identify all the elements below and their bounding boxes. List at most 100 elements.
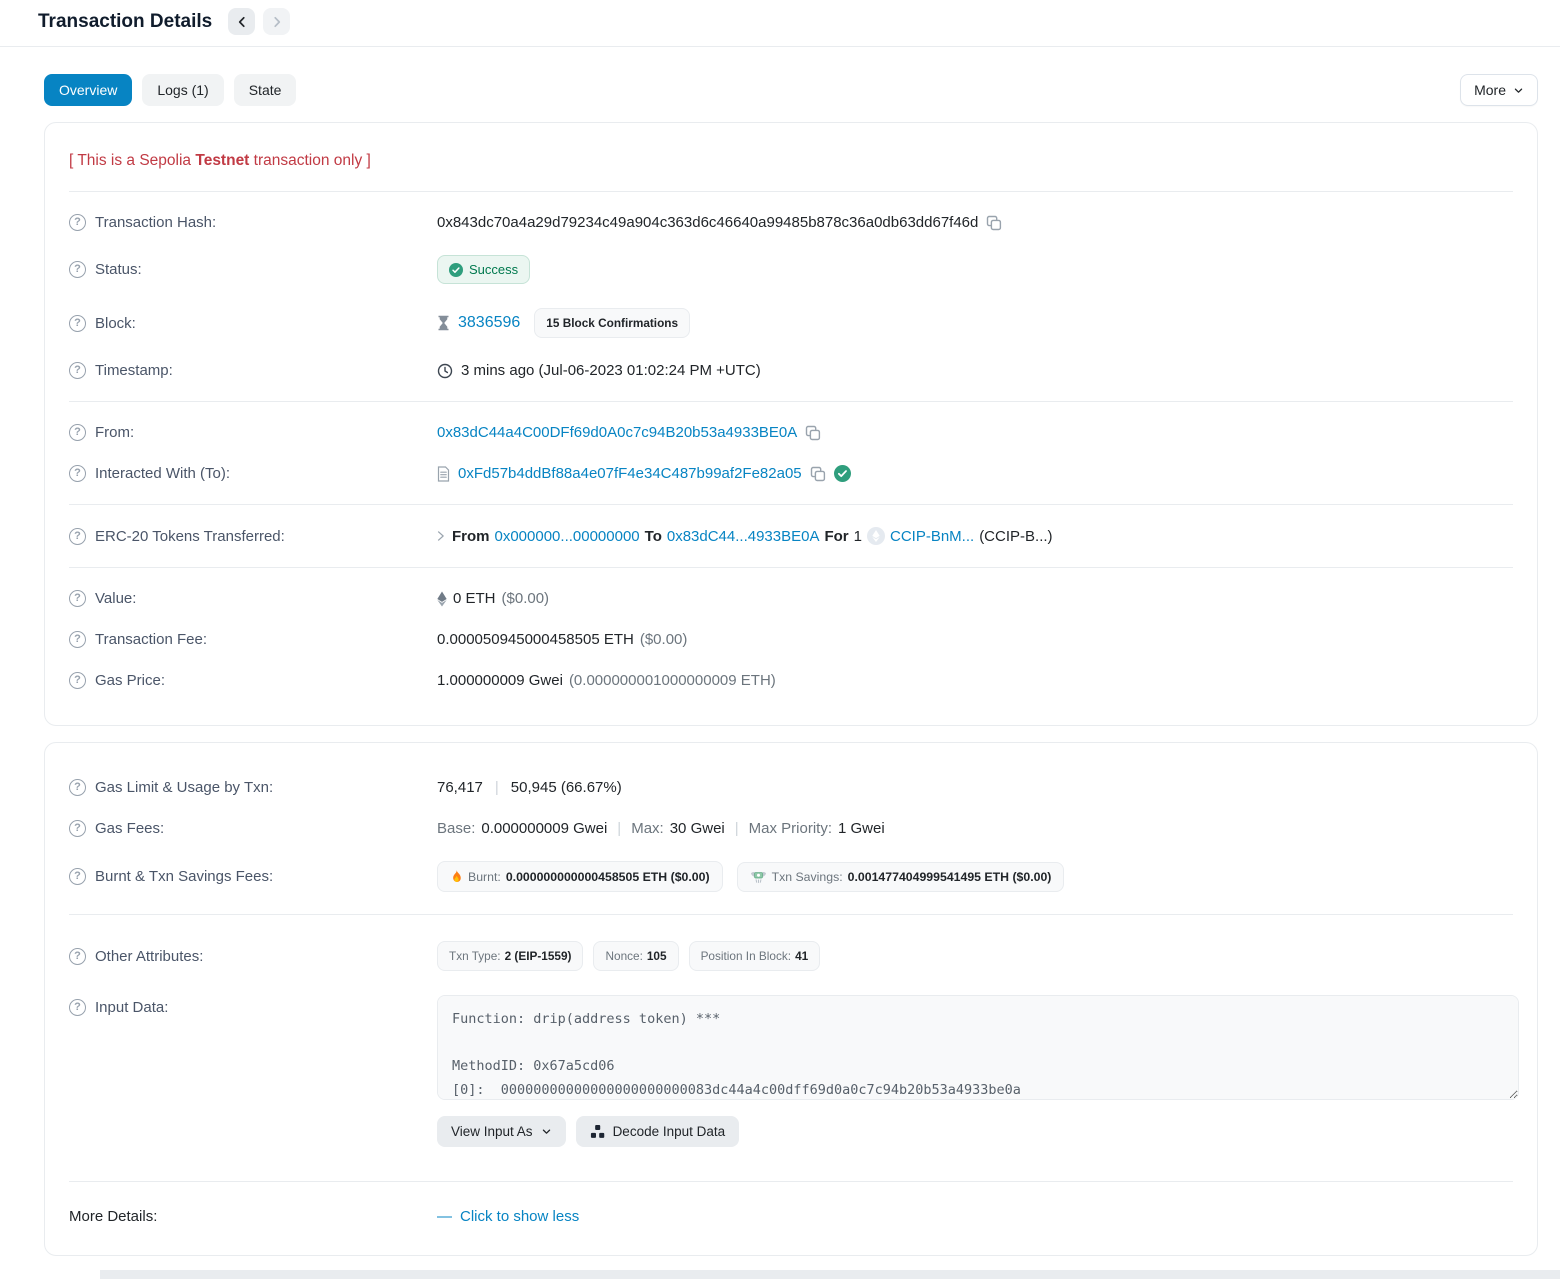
next-transaction-button[interactable] [263,8,290,35]
row-input-data: ? Input Data: Function: drip(address tok… [69,983,1513,1159]
help-icon[interactable]: ? [69,948,86,965]
decode-input-data-label: Decode Input Data [613,1124,726,1139]
help-icon[interactable]: ? [69,528,86,545]
details-card: ? Gas Limit & Usage by Txn: 76,417 | 50,… [44,742,1538,1256]
eth-icon [437,591,447,607]
help-icon[interactable]: ? [69,424,86,441]
help-icon[interactable]: ? [69,672,86,689]
gas-price-label: Gas Price: [95,672,165,689]
row-transaction-hash: ? Transaction Hash: 0x843dc70a4a29d79234… [69,202,1513,243]
decode-input-data-button[interactable]: Decode Input Data [576,1116,740,1147]
erc20-from-address-link[interactable]: 0x000000...00000000 [495,528,640,545]
view-input-as-label: View Input As [451,1124,533,1139]
chevron-right-icon [270,15,284,29]
show-less-link[interactable]: — Click to show less [437,1208,579,1225]
from-address-link[interactable]: 0x83dC44a4C00DFf69d0A0c7c94B20b53a4933BE… [437,424,797,441]
nonce-badge: Nonce: 105 [593,941,678,971]
section-divider [69,401,1513,402]
to-address-link[interactable]: 0xFd57b4ddBf88a4e07fF4e34C487b99af2Fe82a… [458,465,802,482]
txn-type-badge: Txn Type: 2 (EIP-1559) [437,941,583,971]
caret-right-icon [437,530,445,542]
row-other-attributes: ? Other Attributes: Txn Type: 2 (EIP-155… [69,925,1513,983]
tab-logs[interactable]: Logs (1) [142,74,223,106]
more-button-label: More [1474,82,1506,98]
block-confirmations-badge: 15 Block Confirmations [534,308,690,338]
section-divider [69,191,1513,192]
gas-price-value: 1.000000009 Gwei [437,672,563,689]
money-wings-icon [750,870,767,884]
copy-to-address-button[interactable] [810,466,826,482]
input-data-textarea[interactable]: Function: drip(address token) *** Method… [437,995,1519,1100]
tab-overview[interactable]: Overview [44,74,132,106]
help-icon[interactable]: ? [69,631,86,648]
erc20-to-address-link[interactable]: 0x83dC44...4933BE0A [667,528,820,545]
token-name-link[interactable]: CCIP-BnM... [890,528,974,545]
chevron-down-icon [541,1126,552,1137]
testnet-warning-suffix: transaction only ] [249,152,370,169]
more-button[interactable]: More [1460,74,1538,106]
clock-icon [437,363,453,379]
help-icon[interactable]: ? [69,261,86,278]
status-badge: Success [437,255,530,284]
row-block: ? Block: 3836596 15 Block Confirmations [69,296,1513,350]
help-icon[interactable]: ? [69,820,86,837]
page-title: Transaction Details [38,11,212,33]
separator: | [731,820,743,837]
row-value: ? Value: 0 ETH ($0.00) [69,578,1513,619]
help-icon[interactable]: ? [69,315,86,332]
show-less-label: Click to show less [460,1208,579,1225]
help-icon[interactable]: ? [69,214,86,231]
interacted-with-label: Interacted With (To): [95,465,230,482]
txn-savings-label: Txn Savings: [772,870,843,884]
block-number-link[interactable]: 3836596 [458,314,520,332]
other-attributes-label: Other Attributes: [95,948,203,965]
section-divider [69,567,1513,568]
position-in-block-badge: Position In Block: 41 [689,941,821,971]
gas-limit-value: 76,417 [437,779,483,796]
hourglass-icon [437,315,450,331]
previous-transaction-button[interactable] [228,8,255,35]
view-input-as-button[interactable]: View Input As [437,1116,566,1147]
erc20-for-label: For [824,528,848,545]
testnet-warning-prefix: [ This is a Sepolia [69,152,195,169]
help-icon[interactable]: ? [69,465,86,482]
position-label: Position In Block: [701,949,792,963]
block-label: Block: [95,315,136,332]
section-divider [69,1181,1513,1182]
input-data-label: Input Data: [95,999,168,1016]
help-icon[interactable]: ? [69,779,86,796]
help-icon[interactable]: ? [69,590,86,607]
transaction-hash-value: 0x843dc70a4a29d79234c49a904c363d6c46640a… [437,214,978,231]
max-priority-value: 1 Gwei [838,820,885,837]
row-timestamp: ? Timestamp: 3 mins ago (Jul-06-2023 01:… [69,350,1513,391]
help-icon[interactable]: ? [69,999,86,1016]
max-priority-label: Max Priority: [749,820,832,837]
more-details-label: More Details: [69,1208,157,1225]
row-more-details: More Details: — Click to show less [69,1192,1513,1231]
overview-card: [ This is a Sepolia Testnet transaction … [44,122,1538,726]
copy-from-address-button[interactable] [805,425,821,441]
row-burnt-savings: ? Burnt & Txn Savings Fees: Burnt: 0.000… [69,849,1513,904]
burnt-badge: Burnt: 0.000000000000458505 ETH ($0.00) [437,861,723,892]
row-erc20-transfers: ? ERC-20 Tokens Transferred: From 0x0000… [69,515,1513,557]
burnt-savings-label: Burnt & Txn Savings Fees: [95,868,273,885]
timestamp-label: Timestamp: [95,362,173,379]
help-icon[interactable]: ? [69,868,86,885]
copy-icon [810,466,826,482]
testnet-warning: [ This is a Sepolia Testnet transaction … [69,152,1513,170]
value-usd: ($0.00) [502,590,550,607]
testnet-warning-bold: Testnet [195,152,249,169]
copy-hash-button[interactable] [986,215,1002,231]
erc20-from-label: From [452,528,490,545]
gas-limit-label: Gas Limit & Usage by Txn: [95,779,273,796]
chevron-down-icon [1513,85,1524,96]
burnt-value: 0.000000000000458505 ETH ($0.00) [506,870,710,884]
max-fee-label: Max: [631,820,664,837]
gas-usage-value: 50,945 (66.67%) [511,779,622,796]
tab-state[interactable]: State [234,74,297,106]
verified-check-icon [834,465,851,482]
row-transaction-fee: ? Transaction Fee: 0.000050945000458505 … [69,619,1513,660]
help-icon[interactable]: ? [69,362,86,379]
transaction-fee-value: 0.000050945000458505 ETH [437,631,634,648]
chevron-left-icon [235,15,249,29]
